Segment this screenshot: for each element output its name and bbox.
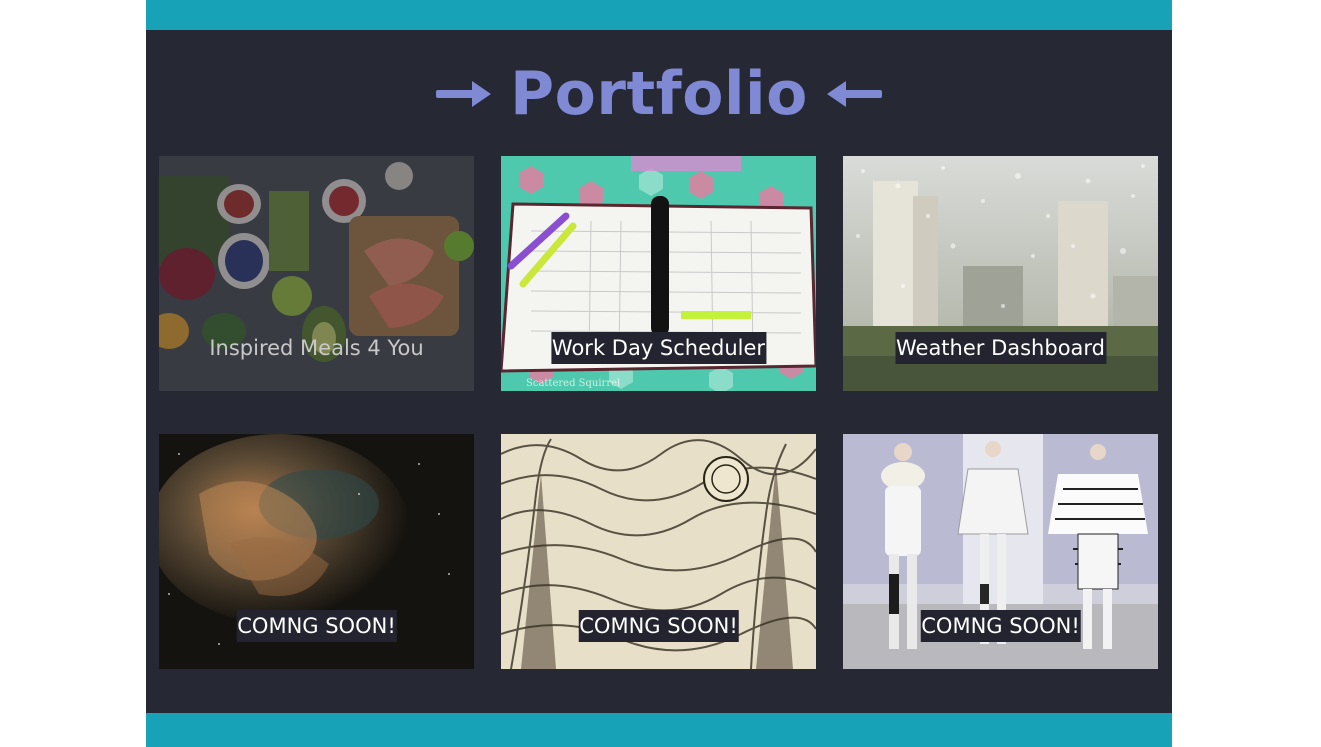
arrow-right-icon [436,79,492,109]
project-caption: Weather Dashboard [894,332,1107,364]
project-caption: COMNG SOON! [920,610,1081,642]
project-card-coming-soon-1[interactable]: COMNG SOON! [159,434,474,669]
portfolio-header: Portfolio [146,54,1172,134]
project-card-weather[interactable]: Weather Dashboard [843,156,1158,391]
page-title: Portfolio [510,59,808,129]
project-caption: COMNG SOON! [578,610,739,642]
bottom-bar [146,713,1172,747]
watermark-text: Scattered Squirrel [526,378,620,389]
project-caption: COMNG SOON! [236,610,397,642]
arrow-left-icon [826,79,882,109]
project-card-coming-soon-3[interactable]: COMNG SOON! [843,434,1158,669]
project-caption: Work Day Scheduler [550,332,767,364]
page-frame: Portfolio Inspired Meals 4 You Scattered… [146,0,1172,747]
project-card-coming-soon-2[interactable]: COMNG SOON! [501,434,816,669]
project-card-meals[interactable]: Inspired Meals 4 You [159,156,474,391]
top-bar [146,0,1172,30]
project-caption: Inspired Meals 4 You [209,336,424,360]
project-card-scheduler[interactable]: Scattered Squirrel Work Day Scheduler [501,156,816,391]
